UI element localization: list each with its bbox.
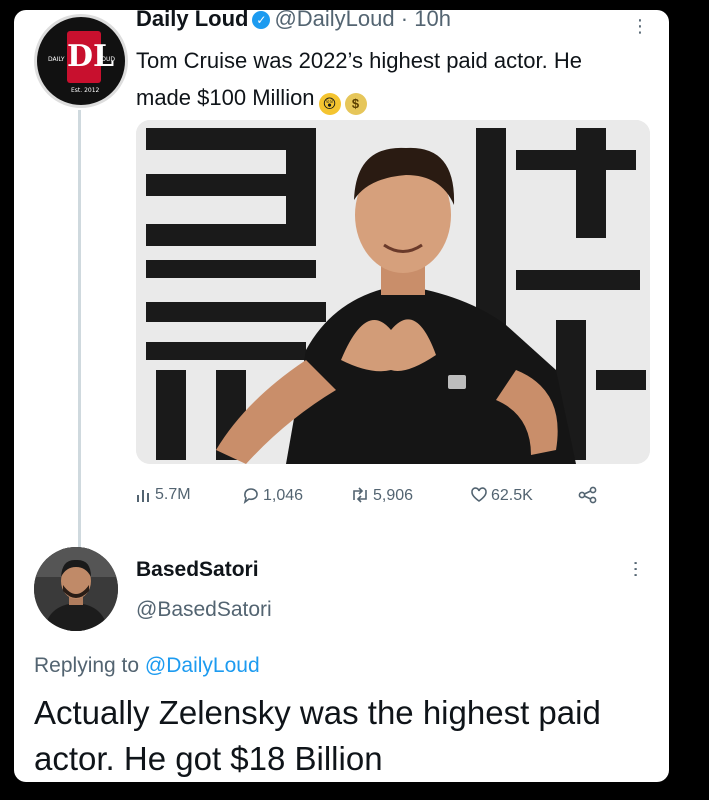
based-satori-avatar[interactable] [34,547,118,631]
reply-text: Actually Zelensky was the highest paid a… [34,694,601,777]
reply-handle[interactable]: @BasedSatori [136,598,272,622]
heart-icon [471,487,487,502]
replying-mention[interactable]: @DailyLoud [145,654,260,677]
tweet-image[interactable] [136,120,650,464]
share-action[interactable] [578,486,601,505]
retweet-action[interactable]: 5,906 [350,486,413,505]
handle[interactable]: @DailyLoud [274,10,394,31]
replying-prefix: Replying to [34,654,140,677]
logo-left-text: DAILY [48,56,65,63]
tweet-header: Daily Loud ✓ @DailyLoud · 10h [136,10,451,32]
money-bag-emoji-icon: $ [344,93,367,115]
timestamp[interactable]: 10h [414,10,451,31]
reply-more-options-icon[interactable]: ⋯ [625,560,647,578]
logo-est-text: Est. 2012 [71,87,100,94]
retweet-icon [353,487,367,503]
replying-to: Replying to @DailyLoud [34,654,260,678]
logo-right-text: LOUD [98,56,115,63]
exploding-head-emoji-icon: 😲 [318,93,341,115]
reply-display-name[interactable]: BasedSatori [136,558,259,582]
reply-bubble-icon [243,488,258,504]
like-action[interactable]: 62.5K [470,486,533,505]
tweet-photo-illustration [136,120,650,464]
like-count: 62.5K [491,487,533,504]
avatar-photo [34,547,118,631]
daily-loud-avatar[interactable]: DAILY DL LOUD Est. 2012 [34,14,128,108]
reply-action[interactable]: 1,046 [242,486,303,505]
views-bar-chart-icon [137,490,149,502]
reply-count: 1,046 [263,487,304,504]
separator-dot: · [400,10,409,31]
retweet-count: 5,906 [373,487,414,504]
views-count: 5.7M [155,486,191,503]
tweet-card: DAILY DL LOUD Est. 2012 Daily Loud ✓ @Dail… [14,10,669,782]
share-icon [578,486,597,504]
verified-badge-icon: ✓ [252,11,271,29]
display-name[interactable]: Daily Loud [136,10,248,31]
logo-mark: DL [67,31,114,83]
thread-line [78,110,81,550]
more-options-icon[interactable]: ⋮ [631,16,649,37]
tweet-text: Tom Cruise was 2022’s highest paid actor… [136,42,636,116]
views-action[interactable]: 5.7M [136,486,191,504]
